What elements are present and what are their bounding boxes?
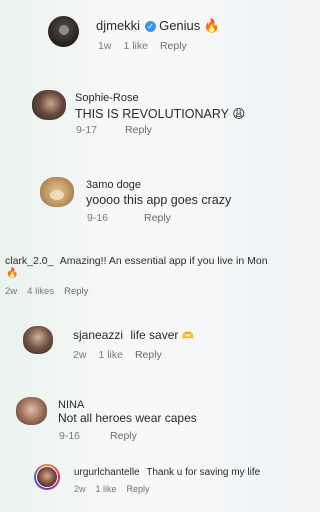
avatar-photo (36, 466, 58, 488)
comment-meta: 9-17 Reply (76, 124, 164, 136)
timestamp: 9-17 (76, 124, 98, 136)
avatar-face (58, 24, 69, 35)
comment-text: THIS IS REVOLUTIONARY (75, 107, 229, 121)
avatar[interactable] (40, 177, 74, 207)
comment-line: THIS IS REVOLUTIONARY 😩 (75, 106, 245, 121)
comment-meta: 9-16 Reply (59, 430, 149, 442)
username[interactable]: sjaneazzi (73, 328, 123, 342)
timestamp: 9-16 (59, 430, 81, 442)
comment-meta: 2w 4 likes Reply (5, 286, 100, 297)
timestamp: 2w (5, 286, 18, 297)
username[interactable]: djmekki (96, 18, 140, 33)
comment-meta: 9-16 Reply (87, 212, 183, 224)
reply-button[interactable]: Reply (64, 286, 88, 297)
reply-button[interactable]: Reply (127, 484, 150, 494)
like-count[interactable]: 1 like (98, 349, 123, 361)
fire-emoji-icon: 🔥 (203, 18, 221, 33)
reply-button[interactable]: Reply (110, 430, 137, 442)
comment-text: life saver (130, 328, 179, 342)
verified-badge-icon: ✓ (145, 21, 157, 32)
avatar-face (50, 190, 64, 200)
avatar[interactable] (34, 464, 60, 490)
username[interactable]: NINA (58, 399, 84, 411)
comment-meta: 2w 1 like Reply (73, 349, 174, 361)
like-count[interactable]: 1 like (96, 484, 117, 494)
comment-text: Amazing!! An essential app if you live i… (59, 255, 268, 267)
reply-button[interactable]: Reply (144, 212, 171, 224)
reply-button[interactable]: Reply (125, 124, 152, 136)
avatar[interactable] (16, 397, 47, 425)
timestamp: 9-16 (87, 212, 109, 224)
avatar[interactable] (23, 326, 53, 354)
reply-button[interactable]: Reply (160, 40, 187, 52)
comment-meta: 1w 1 like Reply (98, 40, 199, 52)
comment-text: yoooo this app goes crazy (86, 193, 232, 207)
comment-line: clark_2.0_ Amazing!! An essential app if… (5, 254, 288, 268)
comment-line: sjaneazzi life saver 🫶 (73, 328, 194, 342)
like-count[interactable]: 1 like (123, 40, 148, 52)
username[interactable]: clark_2.0_ (5, 255, 53, 267)
timestamp: 2w (74, 484, 86, 494)
comment-text: Not all heroes wear capes (58, 411, 197, 425)
comment-text: Thank u for saving my life (146, 467, 261, 478)
timestamp: 1w (98, 40, 112, 52)
comment-line: urgurlchantelle Thank u for saving my li… (74, 467, 260, 478)
comment-text: Genius (159, 18, 201, 33)
weary-face-emoji-icon: 😩 (232, 107, 246, 121)
avatar[interactable] (48, 16, 79, 47)
avatar[interactable] (32, 90, 66, 120)
heart-hands-emoji-icon: 🫶 (181, 331, 195, 342)
timestamp: 2w (73, 349, 87, 361)
username[interactable]: urgurlchantelle (74, 467, 140, 478)
fire-emoji-icon: 🔥 (6, 268, 19, 279)
username[interactable]: Sophie-Rose (75, 92, 139, 104)
comment-line: djmekki ✓ Genius 🔥 (96, 18, 220, 34)
username[interactable]: 3amo doge (86, 179, 141, 191)
like-count[interactable]: 4 likes (27, 286, 54, 297)
comment-meta: 2w 1 like Reply (74, 484, 162, 494)
reply-button[interactable]: Reply (135, 349, 162, 361)
